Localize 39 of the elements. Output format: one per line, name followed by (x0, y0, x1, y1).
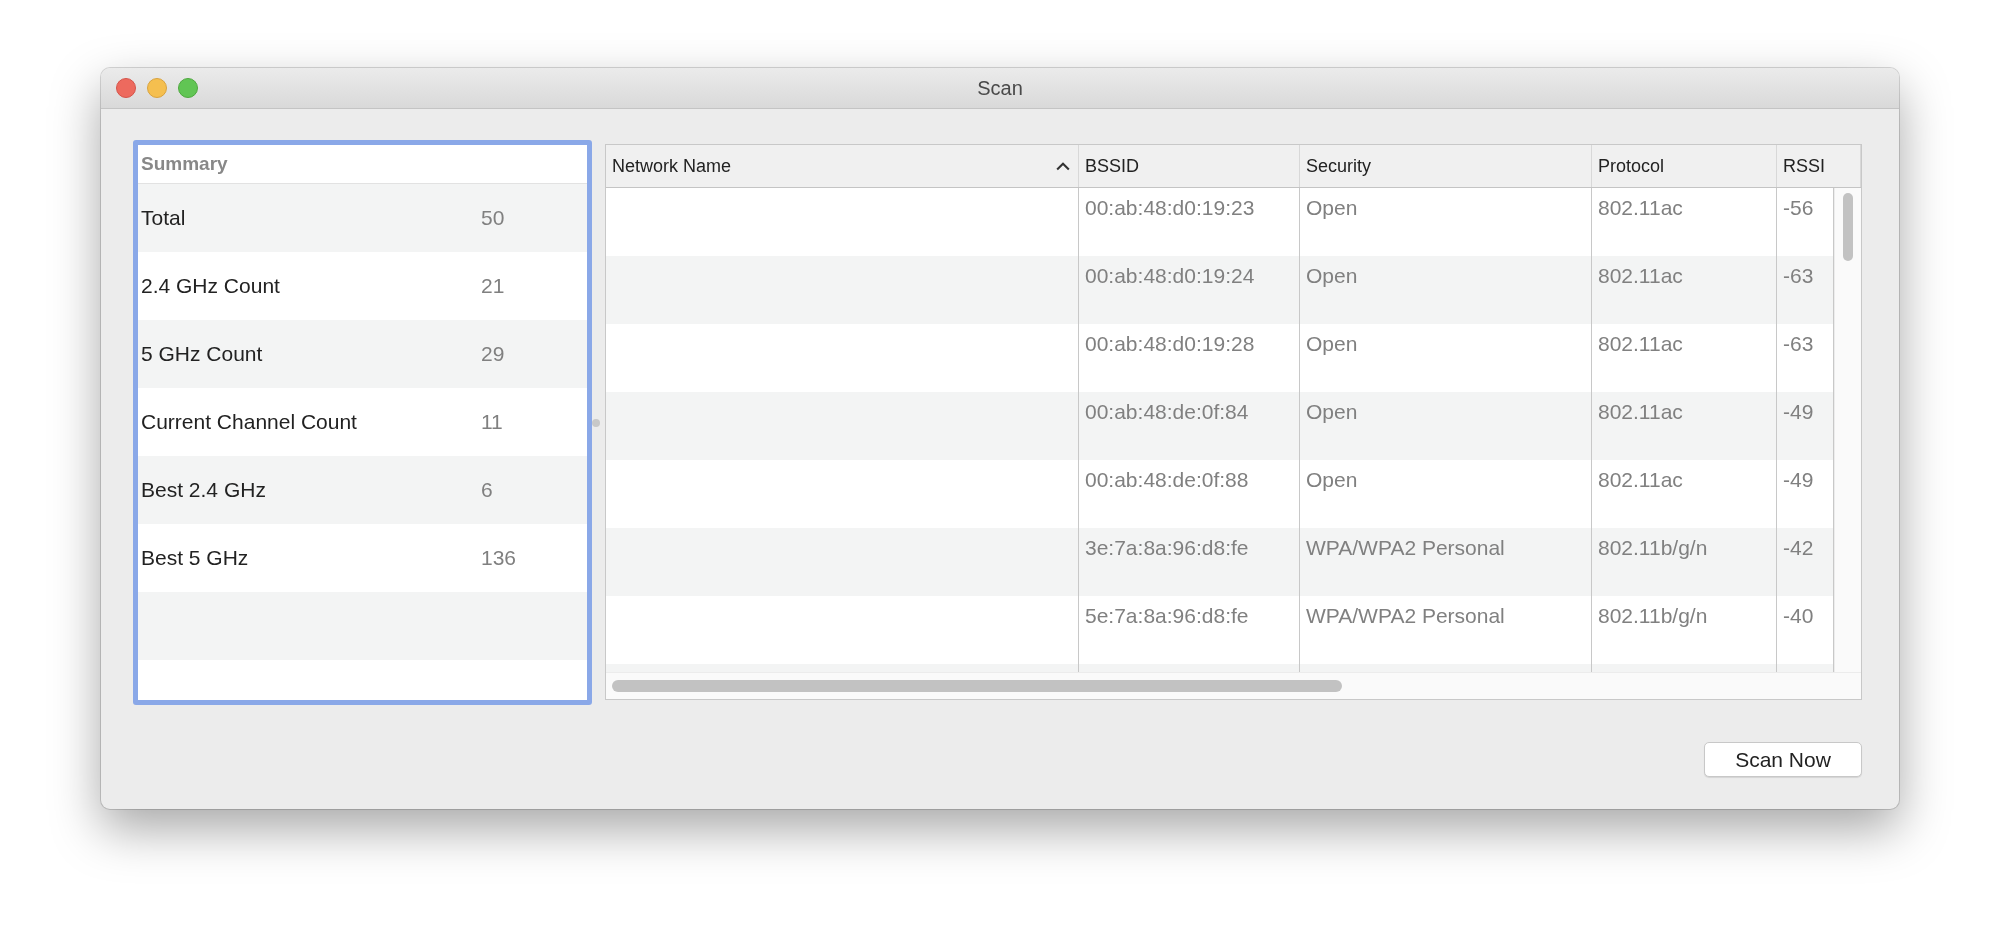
summary-label: Best 2.4 GHz (141, 478, 267, 502)
close-icon[interactable] (116, 78, 136, 98)
table-cell: 802.11ac (1592, 256, 1777, 324)
scrollbar-thumb[interactable] (612, 680, 1342, 692)
summary-table[interactable]: Summary Total 50 2.4 GHz Count 21 5 GHz Count 29 Current Channel Count 11 Best 2.4 GHz 6 Best 5 GHz 136 (133, 140, 592, 705)
horizontal-scrollbar[interactable] (606, 672, 1861, 699)
summary-value: 6 (481, 478, 493, 502)
table-cell: 802.11ac (1592, 392, 1777, 460)
column-header[interactable]: BSSID (1079, 145, 1300, 187)
column-header[interactable]: RSSI (1777, 145, 1861, 187)
column-header[interactable]: Protocol (1592, 145, 1777, 187)
window-title: Scan (977, 76, 1023, 100)
summary-label: Total (141, 206, 187, 230)
scrollbar-thumb[interactable] (1843, 193, 1853, 261)
sort-caret-icon (1056, 161, 1070, 171)
summary-label: Current Channel Count (141, 410, 358, 434)
summary-label: 5 GHz Count (141, 342, 264, 366)
summary-label: 2.4 GHz Count (141, 274, 281, 298)
table-cell: 00:ab:48:d0:19:24 (1079, 256, 1300, 324)
summary-header: Summary (141, 153, 228, 175)
vertical-scrollbar[interactable] (1834, 188, 1861, 672)
scan-now-button[interactable]: Scan Now (1704, 742, 1862, 777)
summary-value: 21 (481, 274, 505, 298)
zoom-icon[interactable] (178, 78, 198, 98)
summary-value: 29 (481, 342, 505, 366)
column-header[interactable]: Network Name (606, 145, 1079, 187)
splitter-handle[interactable] (592, 418, 600, 427)
table-cell: Open (1300, 392, 1592, 460)
column-header[interactable]: Security (1300, 145, 1592, 187)
table-cell: 00:ab:48:de:0f:84 (1079, 392, 1300, 460)
table-cell: 802.11b/g/n (1592, 528, 1777, 596)
summary-value: 50 (481, 206, 505, 230)
table-cell: Open (1300, 256, 1592, 324)
summary-value: 11 (481, 410, 503, 434)
minimize-icon[interactable] (147, 78, 167, 98)
summary-label: Best 5 GHz (141, 546, 250, 570)
summary-value: 136 (481, 546, 517, 570)
table-cell: WPA/WPA2 Personal (1300, 528, 1592, 596)
table-cell: 3e:7a:8a:96:d8:fe (1079, 528, 1300, 596)
